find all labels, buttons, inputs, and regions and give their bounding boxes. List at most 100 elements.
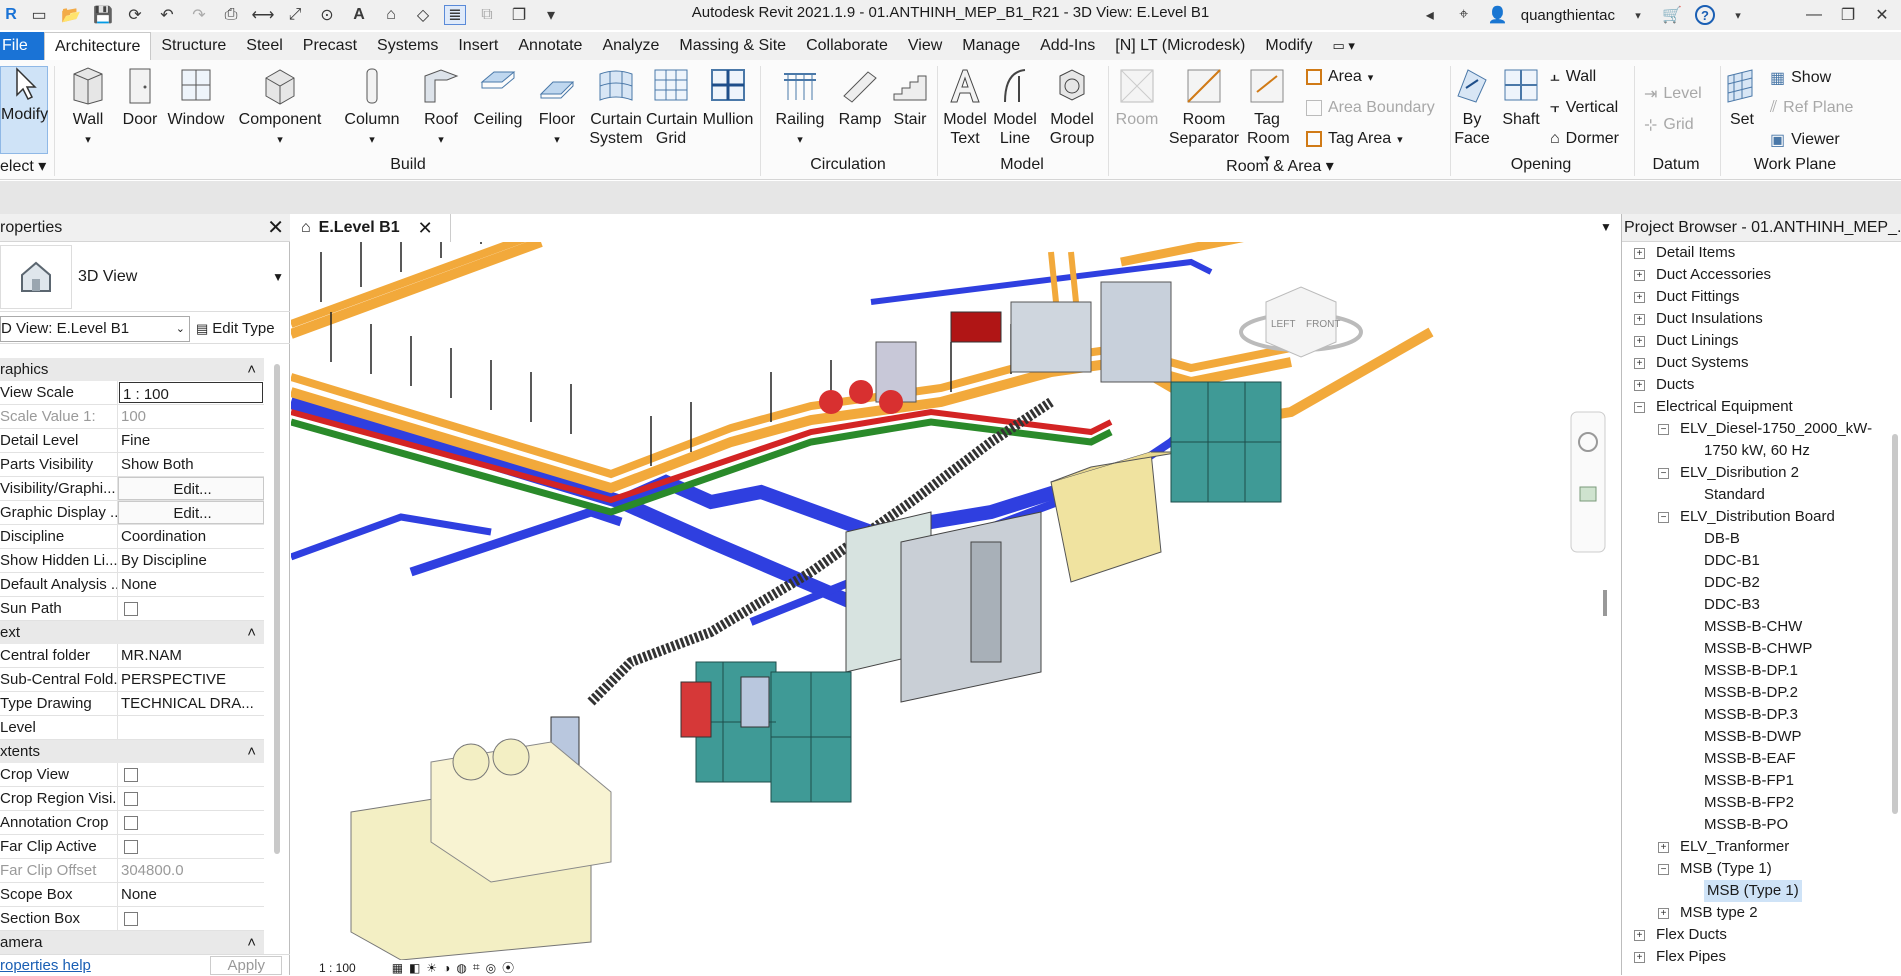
viewer-button[interactable]: ▣ Viewer <box>1770 130 1840 150</box>
browser-node[interactable]: + Ducts <box>1634 374 1694 396</box>
tag-area-button[interactable]: Tag Area ▾ <box>1306 130 1403 148</box>
collapse-icon[interactable]: − <box>1658 423 1669 435</box>
browser-node[interactable]: − ELV_Distribution Board <box>1658 506 1835 528</box>
property-row[interactable]: Detail Level Fine <box>0 429 264 453</box>
expand-icon[interactable]: + <box>1634 313 1645 325</box>
room-button[interactable]: Room <box>1114 66 1160 129</box>
edit-button[interactable]: Edit... <box>118 477 264 500</box>
browser-node[interactable]: MSSB-B-CHW <box>1704 616 1802 638</box>
grid-button[interactable]: ⊹ Grid <box>1644 115 1694 135</box>
property-row[interactable]: Default Analysis ... None <box>0 573 264 597</box>
property-row[interactable]: Visibility/Graphi... Edit... <box>0 477 264 501</box>
close-icon[interactable]: ✕ <box>418 218 433 239</box>
apply-button[interactable]: Apply <box>210 955 282 975</box>
reveal-hidden-icon[interactable]: ⦿ <box>502 959 514 976</box>
column-button[interactable]: Column ▾ <box>342 66 402 150</box>
railing-button[interactable]: Railing ▾ <box>772 66 828 150</box>
expand-icon[interactable]: + <box>1634 951 1645 963</box>
dropdown-icon[interactable]: ▾ <box>1627 5 1649 25</box>
expand-icon[interactable]: + <box>1634 929 1645 941</box>
curtain-system-button[interactable]: Curtain System <box>588 66 644 148</box>
tab-insert[interactable]: Insert <box>448 32 508 60</box>
expand-icon[interactable]: + <box>1634 291 1645 303</box>
tab-massing-site[interactable]: Massing & Site <box>669 32 796 60</box>
browser-node[interactable]: − MSB (Type 1) <box>1658 858 1772 880</box>
tab-file[interactable]: File <box>0 32 44 60</box>
section-box-checkbox[interactable] <box>124 912 138 926</box>
collapse-icon[interactable]: − <box>1658 467 1669 479</box>
browser-node[interactable]: DB-B <box>1704 528 1740 550</box>
tab-structure[interactable]: Structure <box>151 32 236 60</box>
tab-systems[interactable]: Systems <box>367 32 448 60</box>
model-line-button[interactable]: Model Line <box>992 66 1038 148</box>
shadows-icon[interactable]: ◑ <box>443 961 450 975</box>
floor-button[interactable]: Floor ▾ <box>534 66 580 150</box>
ribbon-minimize-icon[interactable]: ▭ ▾ <box>1322 32 1364 60</box>
wall-opening-button[interactable]: ⫠ Wall <box>1550 68 1596 86</box>
tab-collaborate[interactable]: Collaborate <box>796 32 898 60</box>
property-row[interactable]: Scope Box None <box>0 883 264 907</box>
binoculars-icon[interactable]: ⌖ <box>1453 5 1475 25</box>
property-row[interactable]: Crop View <box>0 763 264 787</box>
curtain-grid-button[interactable]: Curtain Grid <box>646 66 698 148</box>
edit-type-button[interactable]: ▤ Edit Type <box>196 320 275 337</box>
view-scale-label[interactable]: 1 : 100 <box>319 961 356 975</box>
property-row[interactable]: Section Box <box>0 907 264 931</box>
expand-icon[interactable]: + <box>1634 269 1645 281</box>
expand-icon[interactable]: + <box>1634 379 1645 391</box>
annotation-crop-checkbox[interactable] <box>124 816 138 830</box>
browser-node[interactable]: DDC-B1 <box>1704 550 1760 572</box>
crop-region-visible-checkbox[interactable] <box>124 792 138 806</box>
tab-view[interactable]: View <box>898 32 952 60</box>
tab-lt-microdesk[interactable]: [N] LT (Microdesk) <box>1105 32 1255 60</box>
browser-node[interactable]: MSSB-B-DP.2 <box>1704 682 1798 704</box>
roof-button[interactable]: Roof ▾ <box>418 66 464 150</box>
browser-node[interactable]: MSSB-B-DP.1 <box>1704 660 1798 682</box>
viewport-scrollbar-handle[interactable] <box>1603 590 1607 616</box>
level-button[interactable]: ⇥ Level <box>1644 84 1702 104</box>
browser-node[interactable]: MSSB-B-DP.3 <box>1704 704 1798 726</box>
cart-icon[interactable]: 🛒 <box>1661 5 1683 25</box>
browser-node[interactable]: DDC-B2 <box>1704 572 1760 594</box>
restore-icon[interactable]: ❐ <box>1837 5 1859 25</box>
tag-room-button[interactable]: Tag Room ▾ <box>1244 66 1290 169</box>
property-row[interactable]: Sub-Central Fold... PERSPECTIVE <box>0 668 264 692</box>
temp-hide-icon[interactable]: ◎ <box>486 961 496 975</box>
view-tab[interactable]: ⌂ E.Level B1 ✕ <box>291 214 451 242</box>
3d-model-canvas[interactable]: LEFT FRONT <box>291 242 1612 960</box>
browser-node[interactable]: + Duct Systems <box>1634 352 1749 374</box>
user-name[interactable]: quangthientac <box>1521 7 1615 24</box>
browser-node[interactable]: MSB (Type 1) <box>1704 880 1802 902</box>
browser-node[interactable]: + Flex Pipes <box>1634 946 1726 968</box>
browser-node[interactable]: + ELV_Tranformer <box>1658 836 1789 858</box>
component-button[interactable]: Component ▾ <box>238 66 322 150</box>
browser-node[interactable]: MSSB-B-EAF <box>1704 748 1796 770</box>
ceiling-button[interactable]: Ceiling <box>472 66 524 129</box>
ref-plane-button[interactable]: ⫽ Ref Plane <box>1770 99 1853 117</box>
crop-view-checkbox[interactable] <box>124 768 138 782</box>
property-row[interactable]: Crop Region Visi... <box>0 787 264 811</box>
browser-node[interactable]: MSSB-B-CHWP <box>1704 638 1812 660</box>
browser-node[interactable]: MSSB-B-FP1 <box>1704 770 1794 792</box>
properties-help-link[interactable]: roperties help <box>0 957 91 974</box>
browser-node[interactable]: 1750 kW, 60 Hz <box>1704 440 1810 462</box>
property-row[interactable]: View Scale 1 : 100 <box>0 381 264 405</box>
door-button[interactable]: Door <box>120 66 160 129</box>
view-tabs-dropdown-icon[interactable]: ▼ <box>1600 220 1612 234</box>
dormer-button[interactable]: ⌂ Dormer <box>1550 130 1619 148</box>
browser-node[interactable]: + Detail Items <box>1634 242 1735 264</box>
property-row[interactable]: Show Hidden Li... By Discipline <box>0 549 264 573</box>
browser-node[interactable]: DDC-B3 <box>1704 594 1760 616</box>
browser-node[interactable]: − Electrical Equipment <box>1634 396 1793 418</box>
property-row[interactable]: Graphic Display ... Edit... <box>0 501 264 525</box>
section-camera[interactable]: amera ˄ <box>0 931 264 954</box>
expand-icon[interactable]: + <box>1634 335 1645 347</box>
expand-icon[interactable]: + <box>1634 247 1645 259</box>
section-extents[interactable]: xtents ˄ <box>0 740 264 763</box>
detail-level-icon[interactable]: ▦ <box>392 961 403 975</box>
window-button[interactable]: Window <box>166 66 226 129</box>
sun-path-icon[interactable]: ☀ <box>426 961 437 975</box>
property-row[interactable]: Discipline Coordination <box>0 525 264 549</box>
shaft-button[interactable]: Shaft <box>1500 66 1542 129</box>
show-work-plane-button[interactable]: ▦ Show <box>1770 68 1831 88</box>
